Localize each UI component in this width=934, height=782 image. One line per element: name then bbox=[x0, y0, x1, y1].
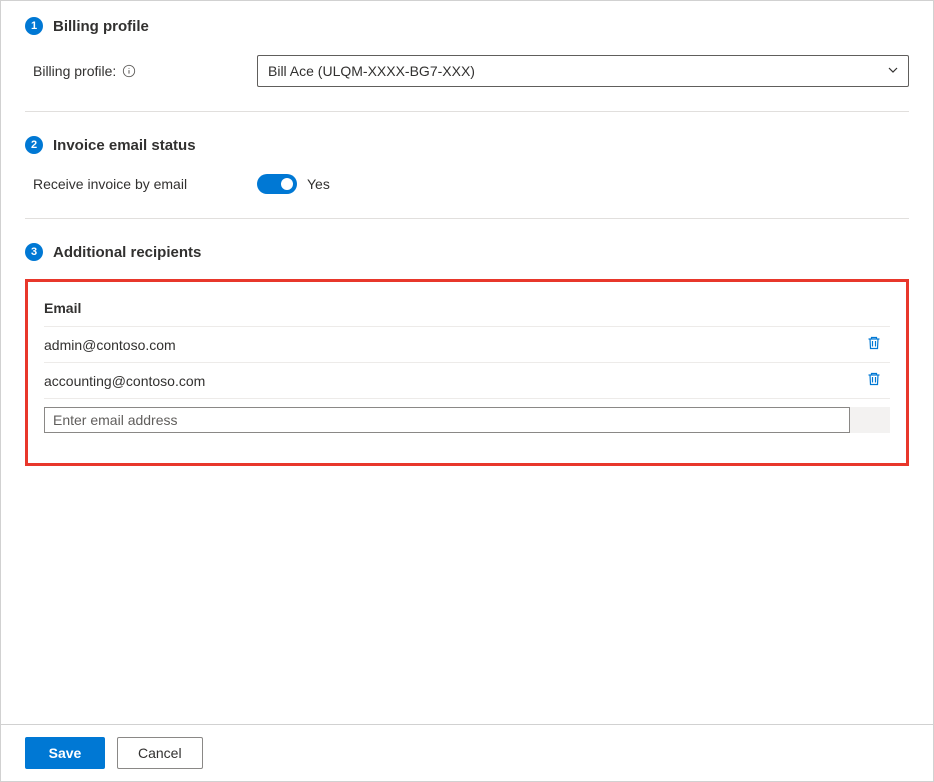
section-title: Invoice email status bbox=[53, 137, 196, 154]
section-title: Billing profile bbox=[53, 18, 149, 35]
receive-invoice-label: Receive invoice by email bbox=[33, 176, 257, 192]
step-badge: 3 bbox=[25, 243, 43, 261]
footer: Save Cancel bbox=[1, 724, 933, 781]
receive-invoice-field: Receive invoice by email Yes bbox=[25, 174, 909, 194]
recipients-column-header: Email bbox=[44, 300, 890, 327]
divider bbox=[25, 111, 909, 112]
billing-profile-section: 1 Billing profile Billing profile: Bill … bbox=[25, 17, 909, 111]
recipient-row: admin@contoso.com bbox=[44, 327, 890, 363]
save-button[interactable]: Save bbox=[25, 737, 105, 769]
section-header: 1 Billing profile bbox=[25, 17, 909, 35]
section-title: Additional recipients bbox=[53, 244, 201, 261]
invoice-email-status-section: 2 Invoice email status Receive invoice b… bbox=[25, 136, 909, 218]
field-label-container: Billing profile: bbox=[33, 63, 257, 79]
recipient-email-input[interactable] bbox=[44, 407, 850, 433]
info-icon[interactable] bbox=[122, 64, 136, 78]
toggle-thumb bbox=[281, 178, 293, 190]
toggle-status-text: Yes bbox=[307, 176, 330, 192]
section-header: 3 Additional recipients bbox=[25, 243, 909, 261]
trash-icon bbox=[866, 371, 882, 390]
recipient-email: accounting@contoso.com bbox=[44, 373, 205, 389]
trash-icon bbox=[866, 335, 882, 354]
billing-profile-selected-value: Bill Ace (ULQM-XXXX-BG7-XXX) bbox=[268, 63, 475, 79]
billing-profile-select-wrapper: Bill Ace (ULQM-XXXX-BG7-XXX) bbox=[257, 55, 909, 87]
recipient-email: admin@contoso.com bbox=[44, 337, 176, 353]
section-header: 2 Invoice email status bbox=[25, 136, 909, 154]
billing-profile-select[interactable]: Bill Ace (ULQM-XXXX-BG7-XXX) bbox=[257, 55, 909, 87]
add-recipient-row bbox=[44, 407, 890, 433]
cancel-button[interactable]: Cancel bbox=[117, 737, 203, 769]
delete-recipient-button[interactable] bbox=[858, 365, 890, 397]
divider bbox=[25, 218, 909, 219]
step-badge: 1 bbox=[25, 17, 43, 35]
recipients-highlighted-box: Email admin@contoso.com bbox=[25, 279, 909, 466]
toggle-container: Yes bbox=[257, 174, 330, 194]
billing-profile-label: Billing profile: bbox=[33, 63, 116, 79]
delete-recipient-button[interactable] bbox=[858, 329, 890, 361]
additional-recipients-section: 3 Additional recipients Email admin@cont… bbox=[25, 243, 909, 466]
step-badge: 2 bbox=[25, 136, 43, 154]
billing-profile-field: Billing profile: Bill Ace (ULQM-XXXX-BG7… bbox=[25, 55, 909, 87]
recipient-row: accounting@contoso.com bbox=[44, 363, 890, 399]
receive-invoice-toggle[interactable] bbox=[257, 174, 297, 194]
